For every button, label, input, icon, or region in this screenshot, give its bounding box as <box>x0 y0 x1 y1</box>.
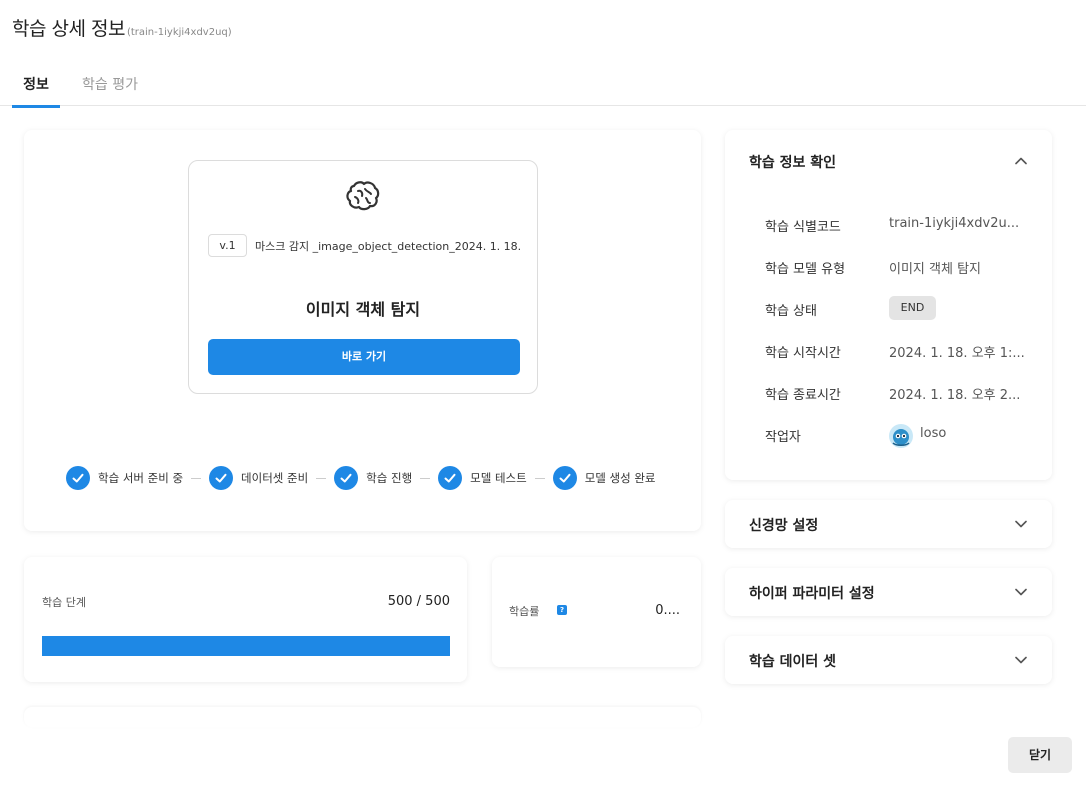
step-label: 학습 서버 준비 중 <box>98 471 184 485</box>
info-key: 학습 종료시간 <box>765 388 841 403</box>
info-key: 학습 모델 유형 <box>765 262 846 277</box>
info-value: train-1iykji4xdv2u... <box>889 216 1020 231</box>
info-value: 이미지 객체 탐지 <box>889 262 981 277</box>
chevron-down-icon[interactable] <box>1014 517 1028 531</box>
step-divider <box>420 477 431 479</box>
learning-rate-card: 학습률 ? 0.... <box>492 557 701 667</box>
model-overview-card: v.1 마스크 감지 _image_object_detection_2024.… <box>24 130 701 531</box>
step-training: 학습 진행 <box>334 466 412 490</box>
info-key: 작업자 <box>765 430 801 445</box>
learning-rate-value: 0.... <box>655 603 680 618</box>
training-progress-card: 학습 단계 500 / 500 <box>24 557 467 682</box>
page-title: 학습 상세 정보 <box>12 18 125 40</box>
info-row-end-time: 학습 종료시간 2024. 1. 18. 오후 2... <box>765 380 1025 404</box>
model-name: 마스크 감지 _image_object_detection_2024. 1. … <box>255 240 522 253</box>
check-icon <box>552 466 577 490</box>
status-badge: END <box>889 296 936 320</box>
info-row-train-id: 학습 식별코드 train-1iykji4xdv2u... <box>765 212 1025 236</box>
chevron-down-icon[interactable] <box>1014 585 1028 599</box>
progress-count: 500 / 500 <box>387 594 450 609</box>
step-server-prep: 학습 서버 준비 중 <box>66 466 183 490</box>
chevron-up-icon[interactable] <box>1014 154 1028 168</box>
go-to-model-button[interactable]: 바로 가기 <box>208 339 520 375</box>
info-key: 학습 시작시간 <box>765 346 841 361</box>
model-type-title: 이미지 객체 탐지 <box>305 300 421 319</box>
step-model-complete: 모델 생성 완료 <box>552 466 656 490</box>
info-row-status: 학습 상태 END <box>765 296 1025 320</box>
step-label: 모델 테스트 <box>470 471 527 485</box>
progress-bar-fill <box>42 636 450 656</box>
accordion-title: 하이퍼 파라미터 설정 <box>749 586 875 602</box>
step-dataset-prep: 데이터셋 준비 <box>209 466 308 490</box>
accordion-title: 신경망 설정 <box>749 518 819 534</box>
accordion-title: 학습 데이터 셋 <box>749 654 837 670</box>
step-model-test: 모델 테스트 <box>438 466 527 490</box>
tab-evaluation[interactable]: 학습 평가 <box>82 74 138 105</box>
avatar <box>889 424 913 448</box>
step-divider <box>316 477 327 479</box>
check-icon <box>209 466 234 490</box>
step-divider <box>191 477 202 479</box>
accordion-hyperparameter-settings[interactable]: 하이퍼 파라미터 설정 <box>725 568 1052 616</box>
info-row-worker: 작업자 loso <box>765 422 1025 448</box>
brain-icon <box>346 181 380 211</box>
help-icon[interactable]: ? <box>557 605 567 615</box>
accordion-training-dataset[interactable]: 학습 데이터 셋 <box>725 636 1052 684</box>
step-label: 데이터셋 준비 <box>241 471 309 485</box>
progress-bar <box>42 636 450 656</box>
learning-rate-label: 학습률 <box>509 605 540 618</box>
accordion-network-settings[interactable]: 신경망 설정 <box>725 500 1052 548</box>
chevron-down-icon[interactable] <box>1014 653 1028 667</box>
info-value: 2024. 1. 18. 오후 1:... <box>889 346 1025 361</box>
bottom-card-edge <box>24 707 701 727</box>
close-button[interactable]: 닫기 <box>1008 737 1072 773</box>
check-icon <box>438 466 463 490</box>
info-row-start-time: 학습 시작시간 2024. 1. 18. 오후 1:... <box>765 338 1025 362</box>
info-key: 학습 식별코드 <box>765 220 841 235</box>
training-info-panel: 학습 정보 확인 학습 식별코드 train-1iykji4xdv2u... 학… <box>725 130 1052 480</box>
info-value: 2024. 1. 18. 오후 2... <box>889 388 1021 403</box>
step-divider <box>534 477 545 479</box>
page-header: 학습 상세 정보 (train-1iykji4xdv2uq) <box>12 14 232 41</box>
step-label: 학습 진행 <box>366 471 413 485</box>
info-key: 학습 상태 <box>765 304 817 319</box>
train-id-label: (train-1iykji4xdv2uq) <box>126 27 232 38</box>
version-badge: v.1 <box>208 234 247 257</box>
check-icon <box>334 466 359 490</box>
model-card: v.1 마스크 감지 _image_object_detection_2024.… <box>188 160 538 394</box>
step-label: 모델 생성 완료 <box>584 471 656 485</box>
worker-name: loso <box>920 426 947 441</box>
training-steps: 학습 서버 준비 중 데이터셋 준비 학습 진행 모델 테스트 모델 생성 완료 <box>66 465 656 491</box>
tab-bar: 정보 학습 평가 <box>0 64 1086 108</box>
info-panel-title: 학습 정보 확인 <box>749 155 837 171</box>
check-icon <box>66 466 90 490</box>
tab-info[interactable]: 정보 <box>12 74 60 108</box>
progress-label: 학습 단계 <box>42 596 86 609</box>
info-row-model-type: 학습 모델 유형 이미지 객체 탐지 <box>765 254 1025 278</box>
